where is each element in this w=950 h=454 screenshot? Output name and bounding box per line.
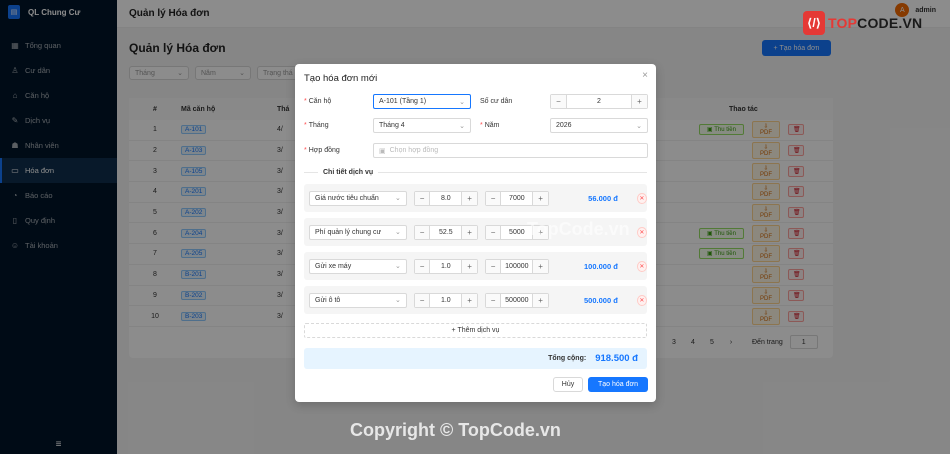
service-amount: 500.000 đ — [584, 295, 618, 305]
plus-icon[interactable]: + — [533, 293, 548, 307]
minus-icon[interactable]: − — [414, 225, 430, 239]
quantity-stepper[interactable]: −1.0 + — [413, 292, 478, 308]
delete-icon[interactable]: ✕ — [636, 192, 647, 204]
plus-icon[interactable]: + — [533, 259, 548, 273]
logo-prefix: TOP — [828, 15, 858, 31]
price-stepper[interactable]: −100000 + — [484, 258, 549, 274]
residents-stepper[interactable]: − 2 + — [550, 94, 648, 109]
quantity-value[interactable]: 8.0 — [429, 191, 463, 205]
apartment-select[interactable]: A-101 (Tầng 1) ⌄ — [373, 94, 471, 109]
watermark-bottom: Copyright © TopCode.vn — [350, 420, 561, 440]
total-label: Tổng cộng: — [548, 355, 587, 362]
price-value[interactable]: 500000 — [500, 293, 534, 307]
chevron-down-icon: ⌄ — [394, 229, 401, 236]
price-stepper[interactable]: −7000 + — [484, 190, 549, 206]
total-value: 918.500 đ — [595, 353, 638, 364]
chevron-down-icon: ⌄ — [636, 122, 642, 130]
price-value[interactable]: 7000 — [500, 191, 534, 205]
cancel-button[interactable]: Hủy — [553, 377, 583, 392]
year-label: * Năm — [480, 122, 500, 129]
logo-rest: CODE.VN — [857, 15, 923, 31]
delete-icon[interactable]: ✕ — [636, 260, 647, 272]
service-amount: 100.000 đ — [584, 261, 618, 271]
service-row: Giá nước tiêu chuẩn ⌄ −8.0 + −7000 +56.000 đ ✕ — [304, 184, 647, 212]
section-title: Chi tiết dịch vụ — [323, 168, 374, 176]
minus-icon[interactable]: − — [414, 259, 430, 273]
submit-button[interactable]: Tạo hóa đơn — [588, 377, 648, 392]
service-row: Gửi xe máy ⌄ −1.0 + −100000 +100.000 đ ✕ — [304, 252, 647, 280]
chevron-down-icon: ⌄ — [394, 195, 401, 202]
minus-icon[interactable]: − — [414, 293, 430, 307]
quantity-stepper[interactable]: −8.0 + — [413, 190, 478, 206]
chevron-down-icon: ⌄ — [394, 263, 401, 270]
calendar-icon: ▣ — [379, 147, 386, 155]
service-amount: 56.000 đ — [588, 193, 618, 203]
minus-icon[interactable]: − — [414, 191, 430, 205]
plus-icon[interactable]: + — [533, 191, 548, 205]
plus-icon[interactable]: + — [462, 225, 477, 239]
service-select[interactable]: Gửi ô tô ⌄ — [309, 292, 407, 308]
service-row: Gửi ô tô ⌄ −1.0 + −500000 +500.000 đ ✕ — [304, 286, 647, 314]
apartment-label: * Căn hộ — [304, 98, 332, 105]
plus-icon[interactable]: + — [632, 95, 647, 108]
close-icon[interactable]: × — [642, 70, 648, 81]
delete-icon[interactable]: ✕ — [636, 294, 647, 306]
watermark-logo: ⟨/⟩ TOPCODE.VN — [803, 11, 922, 35]
field-year: * Năm 2026 ⌄ — [480, 118, 648, 133]
modal-title: Tạo hóa đơn mới — [304, 73, 378, 84]
minus-icon[interactable]: − — [485, 259, 501, 273]
month-label: * Tháng — [304, 122, 329, 129]
quantity-value[interactable]: 1.0 — [429, 259, 463, 273]
field-contract: * Hợp đồng ▣ Chọn hợp đồng — [304, 143, 648, 158]
month-select[interactable]: Tháng 4 ⌄ — [373, 118, 471, 133]
minus-icon[interactable]: − — [485, 191, 501, 205]
add-service-button[interactable]: + Thêm dịch vụ — [304, 323, 647, 338]
service-select[interactable]: Giá nước tiêu chuẩn ⌄ — [309, 190, 407, 206]
quantity-value[interactable]: 1.0 — [429, 293, 463, 307]
minus-icon[interactable]: − — [551, 95, 566, 108]
minus-icon[interactable]: − — [485, 225, 501, 239]
quantity-value[interactable]: 52.5 — [429, 225, 463, 239]
contract-label: * Hợp đồng — [304, 147, 340, 154]
plus-icon[interactable]: + — [462, 191, 477, 205]
plus-icon[interactable]: + — [462, 293, 477, 307]
plus-icon[interactable]: + — [462, 259, 477, 273]
chevron-down-icon: ⌄ — [459, 122, 465, 130]
residents-value[interactable]: 2 — [566, 95, 632, 108]
price-value[interactable]: 100000 — [500, 259, 534, 273]
contract-select[interactable]: ▣ Chọn hợp đồng — [373, 143, 648, 158]
service-select[interactable]: Gửi xe máy ⌄ — [309, 258, 407, 274]
quantity-stepper[interactable]: −52.5 + — [413, 224, 478, 240]
chevron-down-icon: ⌄ — [394, 297, 401, 304]
chevron-down-icon: ⌄ — [459, 98, 465, 106]
field-residents: Số cư dân − 2 + — [480, 94, 648, 109]
field-apartment: * Căn hộ A-101 (Tầng 1) ⌄ — [304, 94, 471, 109]
year-select[interactable]: 2026 ⌄ — [550, 118, 648, 133]
total-bar: Tổng cộng: 918.500 đ — [304, 348, 647, 369]
topcode-logo-icon: ⟨/⟩ — [803, 11, 825, 35]
quantity-stepper[interactable]: −1.0 + — [413, 258, 478, 274]
residents-label: Số cư dân — [480, 98, 513, 105]
minus-icon[interactable]: − — [485, 293, 501, 307]
service-select[interactable]: Phí quản lý chung cư ⌄ — [309, 224, 407, 240]
section-divider: Chi tiết dịch vụ — [304, 167, 647, 177]
delete-icon[interactable]: ✕ — [636, 226, 647, 238]
field-month: * Tháng Tháng 4 ⌄ — [304, 118, 471, 133]
price-stepper[interactable]: −500000 + — [484, 292, 549, 308]
watermark-center: TopCode.vn — [527, 219, 630, 239]
